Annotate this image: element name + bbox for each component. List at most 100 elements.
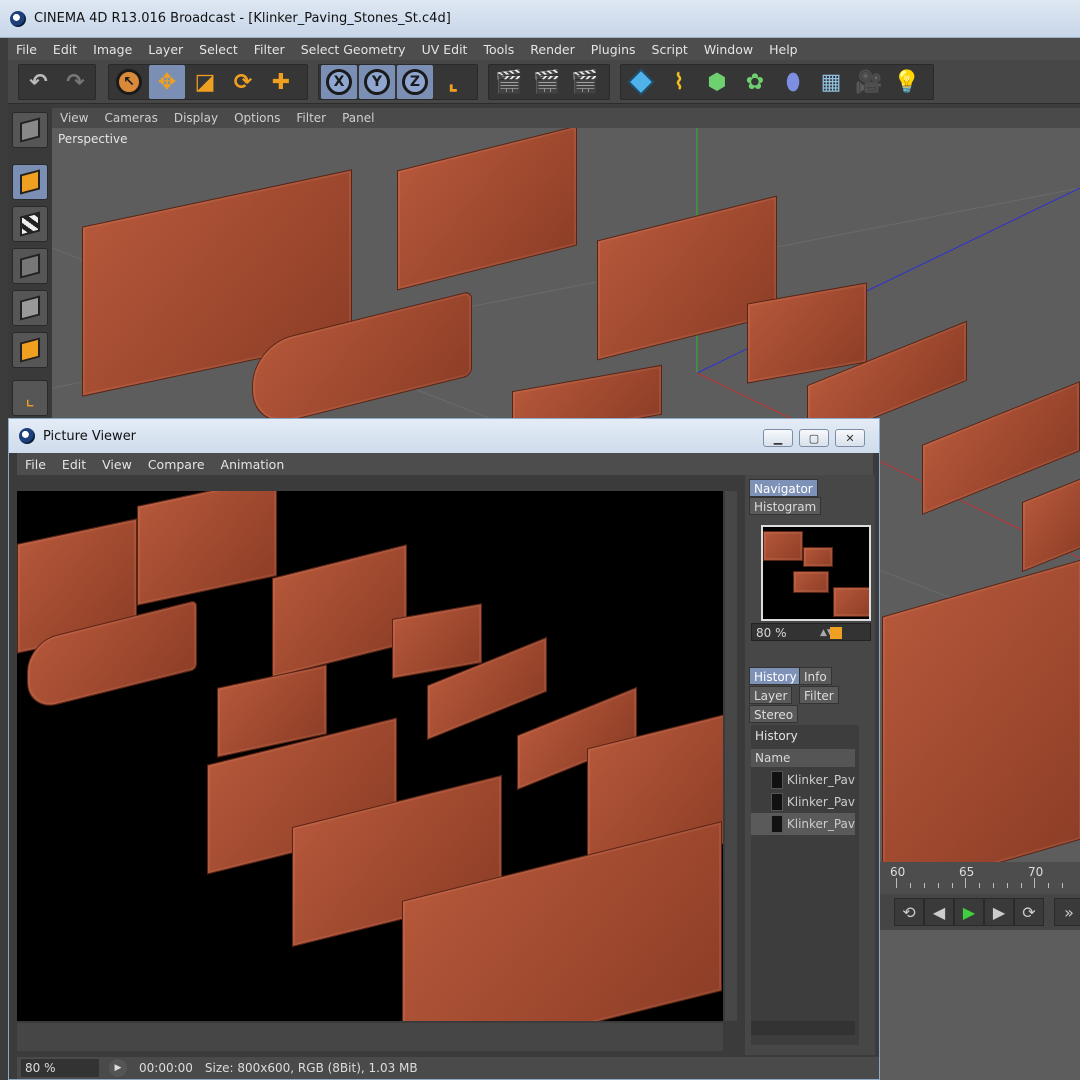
floor-icon[interactable]: ▦ xyxy=(813,65,849,99)
pv-menu-compare[interactable]: Compare xyxy=(140,457,213,472)
close-button[interactable]: ✕ xyxy=(835,429,865,447)
light-icon[interactable]: 💡 xyxy=(889,65,925,99)
menu-filter[interactable]: Filter xyxy=(246,42,293,57)
go-to-end-icon[interactable]: ⟳ xyxy=(1014,898,1044,926)
render-view-icon[interactable]: 🎬 xyxy=(491,65,527,99)
menu-image[interactable]: Image xyxy=(85,42,140,57)
menu-plugins[interactable]: Plugins xyxy=(583,42,644,57)
history-panel: History Name Klinker_Pav Klinker_Pav Kli… xyxy=(751,725,859,1045)
picture-viewer-window: Picture Viewer ▁ ▢ ✕ File Edit View Comp… xyxy=(8,418,880,1080)
history-item[interactable]: Klinker_Pav xyxy=(751,769,855,791)
tab-navigator[interactable]: Navigator xyxy=(749,479,818,497)
rendered-image[interactable] xyxy=(17,491,723,1021)
render-brick xyxy=(137,491,277,606)
pv-menu-edit[interactable]: Edit xyxy=(54,457,94,472)
next-keyframe-icon[interactable]: » xyxy=(1054,898,1080,926)
add-tool-icon[interactable]: ✚ xyxy=(263,65,299,99)
render-group: 🎬 🎬 🎬 xyxy=(488,64,610,100)
live-selection-icon[interactable]: ↖ xyxy=(111,65,147,99)
pv-menu-file[interactable]: File xyxy=(17,457,54,472)
brick-object[interactable] xyxy=(882,559,1080,897)
axis-mode-icon[interactable]: ⌞ xyxy=(12,380,48,416)
play-icon[interactable]: ▶ xyxy=(954,898,984,926)
coordinate-system-icon[interactable]: ⌞ xyxy=(435,65,471,99)
thumb-brick xyxy=(833,587,869,617)
menu-select-geometry[interactable]: Select Geometry xyxy=(293,42,414,57)
vertical-scrollbar[interactable] xyxy=(725,491,737,1021)
transform-tools-group: ↖ ✥ ◪ ⟳ ✚ xyxy=(108,64,308,100)
history-item-selected[interactable]: Klinker_Pav xyxy=(751,813,855,835)
spline-icon[interactable]: ⌇ xyxy=(661,65,697,99)
redo-icon[interactable]: ↷ xyxy=(58,65,93,99)
timeline-tick-label: 65 xyxy=(959,865,975,879)
rotate-tool-icon[interactable]: ⟳ xyxy=(225,65,261,99)
subdivision-surface-icon[interactable]: ⬢ xyxy=(699,65,735,99)
render-picture-viewer-icon[interactable]: 🎬 xyxy=(529,65,565,99)
camera-icon[interactable]: 🎥 xyxy=(851,65,887,99)
play-icon[interactable]: ▶ xyxy=(109,1059,127,1077)
points-mode-icon[interactable] xyxy=(12,248,48,284)
axis-lock-group: X Y Z ⌞ xyxy=(318,64,478,100)
cloner-icon[interactable]: ✿ xyxy=(737,65,773,99)
tab-filter[interactable]: Filter xyxy=(799,686,839,704)
history-horizontal-scrollbar[interactable] xyxy=(751,1021,855,1035)
menu-file[interactable]: File xyxy=(8,42,45,57)
make-editable-icon[interactable] xyxy=(12,112,48,148)
model-mode-icon[interactable] xyxy=(12,164,48,200)
menu-help[interactable]: Help xyxy=(761,42,806,57)
navigator-zoom-field[interactable]: 80 % ▲▼ xyxy=(751,623,871,641)
pv-menu-animation[interactable]: Animation xyxy=(213,457,293,472)
render-settings-icon[interactable]: 🎬 xyxy=(567,65,603,99)
scale-tool-icon[interactable]: ◪ xyxy=(187,65,223,99)
tab-stereo[interactable]: Stereo xyxy=(749,705,799,723)
deformer-icon[interactable]: ⬮ xyxy=(775,65,811,99)
edges-mode-icon[interactable] xyxy=(12,290,48,326)
menu-script[interactable]: Script xyxy=(644,42,696,57)
render-brick xyxy=(272,544,407,678)
zoom-slider-handle[interactable] xyxy=(830,627,842,639)
z-axis-lock-button[interactable]: Z xyxy=(397,65,433,99)
menu-layer[interactable]: Layer xyxy=(140,42,191,57)
viewport-menu-options[interactable]: Options xyxy=(226,111,288,125)
picture-viewer-menu-bar: File Edit View Compare Animation xyxy=(17,453,873,475)
objects-group: ⌇ ⬢ ✿ ⬮ ▦ 🎥 💡 xyxy=(620,64,934,100)
menu-window[interactable]: Window xyxy=(696,42,761,57)
texture-mode-icon[interactable] xyxy=(12,206,48,242)
maximize-button[interactable]: ▢ xyxy=(799,429,829,447)
undo-icon[interactable]: ↶ xyxy=(21,65,56,99)
playback-controls: ⟲ ◀ ▶ ▶ ⟳ » xyxy=(876,894,1080,930)
column-header-name[interactable]: Name xyxy=(751,749,855,767)
thumb-brick xyxy=(793,571,829,593)
menu-tools[interactable]: Tools xyxy=(475,42,522,57)
navigator-thumbnail[interactable] xyxy=(761,525,871,621)
polygons-mode-icon[interactable] xyxy=(12,332,48,368)
y-axis-lock-button[interactable]: Y xyxy=(359,65,395,99)
tab-layer[interactable]: Layer xyxy=(749,686,793,704)
go-to-start-icon[interactable]: ⟲ xyxy=(894,898,924,926)
step-forward-icon[interactable]: ▶ xyxy=(984,898,1014,926)
tab-history[interactable]: History xyxy=(749,667,802,685)
viewport-menu-view[interactable]: View xyxy=(52,111,96,125)
move-tool-icon[interactable]: ✥ xyxy=(149,65,185,99)
step-back-icon[interactable]: ◀ xyxy=(924,898,954,926)
minimize-button[interactable]: ▁ xyxy=(763,429,793,447)
tab-histogram[interactable]: Histogram xyxy=(749,497,822,515)
pv-menu-view[interactable]: View xyxy=(94,457,140,472)
viewport-menu-display[interactable]: Display xyxy=(166,111,226,125)
horizontal-scrollbar[interactable] xyxy=(17,1023,723,1051)
x-axis-lock-button[interactable]: X xyxy=(321,65,357,99)
menu-uv-edit[interactable]: UV Edit xyxy=(414,42,476,57)
menu-select[interactable]: Select xyxy=(191,42,246,57)
timeline-ruler[interactable]: 60 65 70 xyxy=(876,862,1080,894)
menu-render[interactable]: Render xyxy=(522,42,583,57)
tab-info[interactable]: Info xyxy=(799,667,832,685)
timeline-tick-label: 60 xyxy=(890,865,906,879)
viewport-menu-filter[interactable]: Filter xyxy=(288,111,334,125)
status-zoom-field[interactable]: 80 % xyxy=(21,1059,99,1077)
history-item[interactable]: Klinker_Pav xyxy=(751,791,855,813)
viewport-menu-panel[interactable]: Panel xyxy=(334,111,382,125)
viewport-menu-cameras[interactable]: Cameras xyxy=(96,111,165,125)
cube-object-icon[interactable] xyxy=(623,65,659,99)
menu-edit[interactable]: Edit xyxy=(45,42,85,57)
picture-viewer-title: Picture Viewer xyxy=(43,428,137,444)
